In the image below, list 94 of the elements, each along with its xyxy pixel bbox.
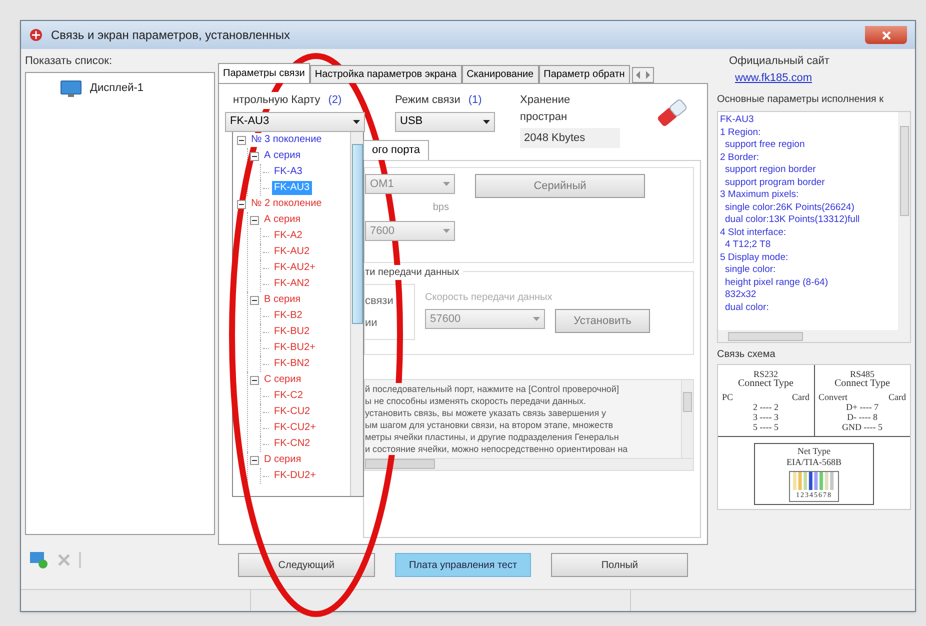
window-title: Связь и экран параметров, установленных [51,27,290,44]
vertical-scrollbar[interactable] [350,132,363,496]
params-line: support program border [725,176,825,189]
collapse-icon[interactable] [237,200,246,208]
site-label: Официальный сайт [729,54,830,69]
scheme-title: Связь схема [717,348,776,362]
tree-item[interactable]: В серия [262,293,303,307]
pin-mapping: D- ---- 8 [847,412,878,422]
column-heading: Convert [818,392,848,402]
params-line: 5 Display mode: [720,252,788,264]
pin-mapping: 3 ---- 3 [753,412,778,422]
connect-subtitle: Connect Type [834,379,890,389]
column-heading: Card [792,392,810,402]
list-label: Показать список: [25,54,114,69]
params-line: 4 T12;2 T8 [725,239,771,252]
tree-item[interactable]: Дисплей-1 [86,80,148,97]
params-line: 1 Region: [720,126,761,139]
pin-mapping: 2 ---- 2 [753,402,778,412]
dropdown-arrow-icon [483,120,490,124]
tree-item[interactable]: А серия [262,149,303,163]
params-line: support free region [725,139,805,152]
field-label: нтрольную Карту [233,92,320,108]
field-hint: (2) [328,93,342,108]
button[interactable]: Следующий [238,553,375,577]
dropdown-arrow-icon [443,182,450,186]
close-button[interactable] [865,26,907,44]
storage-field: 2048 Kbytes [520,128,620,148]
tree-item[interactable]: А серия [262,213,303,227]
net-standard: EIA/TIA-568B [786,457,842,468]
dropdown-arrow-icon [443,229,450,233]
tab[interactable]: Настройка параметров экрана [310,65,462,83]
pin-mapping: 5 ---- 5 [753,422,778,432]
monitor-icon [60,80,82,98]
pin-mapping: D+ ---- 7 [846,402,879,412]
dropdown-arrow-icon [353,120,360,124]
params-line: height pixel range (8-64) [725,276,828,289]
dropdown-arrow-icon [533,317,540,321]
horizontal-scrollbar[interactable] [365,458,693,470]
vertical-scrollbar[interactable] [898,112,910,330]
port-dropdown[interactable]: OM1 [365,174,455,194]
add-screen-icon[interactable] [29,551,49,569]
app-icon [29,28,43,42]
collapse-icon[interactable] [250,216,259,224]
params-line: 2 Border: [720,152,760,164]
close-icon [882,30,890,40]
field-label: Хранение простран [520,93,572,124]
eraser-icon[interactable] [655,98,689,128]
speed-dropdown[interactable]: 57600 [425,309,545,329]
params-line: 832x32 [725,289,756,302]
group-legend: ти передачи данных [365,265,464,280]
field-label: Скорость передачи данных [425,291,554,305]
field-hint: (1) [468,93,482,108]
mode-dropdown[interactable]: USB [395,112,495,132]
tree-item[interactable]: С серия [262,373,304,387]
collapse-icon[interactable] [250,152,259,160]
tab[interactable]: Параметр обратн [538,65,630,83]
params-line: FK-AU3 [720,114,754,126]
tree-item[interactable]: FK-AU3 [272,181,312,195]
horizontal-scrollbar[interactable] [718,330,910,342]
params-line: single color: [725,264,776,276]
button[interactable]: Плата управления тест [394,553,532,577]
tab[interactable]: Сканирование [462,65,539,83]
column-heading: Card [888,392,906,402]
tab[interactable]: ого порта [363,140,430,160]
params-line: dual color:13K Points(13312)full [725,214,860,226]
params-line: 3 Maximum pixels: [720,189,799,202]
tree-item[interactable]: D серия [262,453,304,467]
tab[interactable]: Параметры связи [218,63,310,83]
baud-label: bps [432,201,449,215]
controller-dropdown[interactable]: FK-AU3 [225,112,365,132]
params-line: dual color: [725,302,769,314]
baud-dropdown[interactable]: 7600 [365,221,455,241]
button[interactable]: Установить [555,309,650,333]
site-link[interactable]: www.fk185.com [735,70,812,86]
pin-mapping: GND ---- 5 [842,422,882,432]
collapse-icon[interactable] [250,296,259,304]
collapse-icon[interactable] [237,136,246,144]
net-type-title: Net Type [798,446,830,457]
connect-title: RS232 [753,369,778,379]
collapse-icon[interactable] [250,376,259,384]
params-title: Основные параметры исполнения к [717,93,884,107]
params-line: support region border [725,164,816,176]
vertical-scrollbar[interactable] [681,380,693,458]
button[interactable]: Полный [551,553,688,577]
params-line: 4 Slot interface: [720,226,786,239]
tree-item[interactable]: № 3 поколение [249,133,324,147]
column-heading: PC [722,392,734,402]
connect-title: RS485 [850,369,874,379]
field-label: Режим связи [395,93,460,108]
cable-wires-drawing [792,472,836,490]
connect-subtitle: Connect Type [738,379,794,389]
params-line: single color:26K Points(26624) [725,202,854,214]
button[interactable]: Серийный [475,174,645,198]
collapse-icon[interactable] [250,456,259,464]
